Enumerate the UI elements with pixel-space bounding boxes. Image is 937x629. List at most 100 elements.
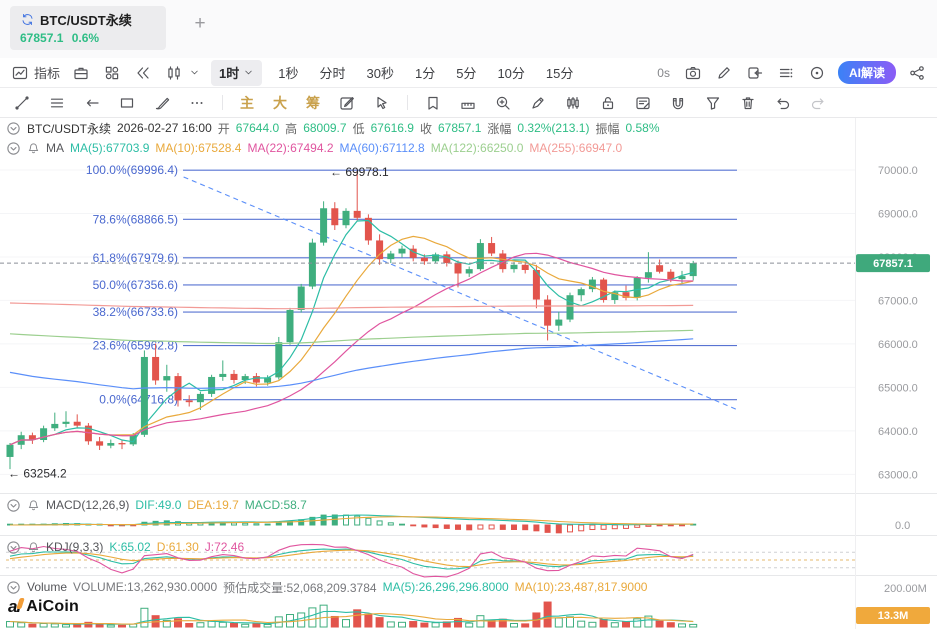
pencil-icon[interactable] [714,63,734,83]
k-value: K:65.02 [109,540,151,554]
collapse-icon[interactable] [6,580,21,595]
volume-bar [521,623,530,628]
export-icon[interactable] [745,63,765,83]
timeframe-30s[interactable]: 30秒 [362,63,399,82]
candle-body [331,208,339,226]
candle-body [6,444,14,457]
timeframe-10m[interactable]: 10分 [492,63,529,82]
candle-body [644,272,652,278]
lock-icon[interactable] [598,93,618,113]
add-tab-button[interactable]: + [188,12,212,36]
candle-body [488,243,496,254]
volume-bar [655,620,664,628]
magnet-icon[interactable] [668,93,688,113]
timeframe-selected-dropdown[interactable]: 1时 [211,59,263,86]
share-icon[interactable] [907,63,927,83]
indicator-button[interactable]: 指标 [10,63,60,83]
macd-bar [611,524,618,530]
candle-body [667,271,675,280]
collapse-icon[interactable] [6,141,21,156]
candle-body [544,299,552,326]
info-datetime: 2026-02-27 16:00 [117,121,212,135]
bell-icon[interactable] [27,142,40,155]
list-settings-icon[interactable] [776,63,796,83]
volume-bar [252,623,261,628]
rectangle-tool-icon[interactable] [117,93,137,113]
ai-interpret-button[interactable]: AI解读 [837,61,896,84]
dea-value: DEA:19.7 [187,498,239,512]
collapse-icon[interactable] [6,498,21,513]
ruler-icon[interactable] [458,93,478,113]
timeframe-timeshare[interactable]: 分时 [314,63,350,82]
candle-style-dropdown[interactable] [164,63,200,83]
aicoin-logo-wordmark: AiCoin [26,598,79,615]
zoom-in-icon[interactable] [493,93,513,113]
large-chart-toggle[interactable]: 大 [271,93,289,113]
ray-arrow-icon[interactable] [82,93,102,113]
macd-bar [343,514,349,526]
volume-bar [308,607,317,628]
macd-bar [275,522,282,526]
bell-icon[interactable] [27,499,40,512]
pointer-icon[interactable] [372,93,392,113]
compose-icon[interactable] [337,93,357,113]
dif-value: DIF:49.0 [135,498,182,512]
filter-funnel-icon[interactable] [703,93,723,113]
collapse-icon[interactable] [6,121,21,136]
more-tools-icon[interactable] [187,93,207,113]
parallel-lines-icon[interactable] [47,93,67,113]
macd-bar [264,523,271,526]
rewind-icon[interactable] [133,63,153,83]
aim-icon[interactable] [807,63,827,83]
trash-icon[interactable] [738,93,758,113]
marker-pen-icon[interactable] [528,93,548,113]
volume-bar [185,622,194,628]
redo-icon[interactable] [808,93,828,113]
timeframe-1s[interactable]: 1秒 [273,63,303,82]
layout-grid-icon[interactable] [102,63,122,83]
candle-body [196,393,204,403]
volume-bar [106,624,115,628]
chips-toggle[interactable]: 筹 [304,93,322,113]
price-tick: 70000.0 [878,165,918,177]
volume-title: Volume [27,580,68,594]
collapse-icon[interactable] [6,540,21,555]
ma60-value: MA(60):67112.8 [339,141,425,155]
camera-icon[interactable] [683,63,703,83]
main-chart-toggle[interactable]: 主 [238,93,256,113]
candle-body [208,376,216,394]
macd-bar [298,519,305,526]
volume-info-row: Volume VOLUME:13,262,930.0000 预估成交量:52,0… [6,577,647,597]
brush-icon[interactable] [152,93,172,113]
macd-bar [589,524,596,531]
ma122-value: MA(122):66250.0 [430,141,524,155]
volume-bar [622,621,630,628]
candle-group-icon[interactable] [563,93,583,113]
volume-bar [678,623,686,628]
macd-bar [432,524,439,529]
candle-body [387,253,395,260]
undo-icon[interactable] [773,93,793,113]
volume-bar [375,617,384,628]
timeframe-1m[interactable]: 1分 [410,63,440,82]
bell-icon[interactable] [27,541,40,554]
volume-bar [364,613,373,628]
note-edit-icon[interactable] [633,93,653,113]
trendline [183,176,739,411]
volume-bar [566,616,574,628]
vol-ma10-value: MA(10):23,487,817.9000 [514,580,648,594]
ma-title: MA [46,141,64,155]
high-value: 68009.7 [303,121,347,135]
change-value: 0.32%(213.1) [517,121,590,135]
timeframe-15m[interactable]: 15分 [541,63,578,82]
tab-btcusdt-perp[interactable]: BTC/USDT永续 67857.1 0.6% [10,6,166,50]
trend-line-icon[interactable] [12,93,32,113]
volume-bar [73,623,82,628]
bookmark-icon[interactable] [423,93,443,113]
timeframe-5m[interactable]: 5分 [451,63,481,82]
briefcase-icon[interactable] [71,63,91,83]
trading-app: BTC/USDT永续 67857.1 0.6% + 指标 1时 1秒 分时 30… [0,0,937,629]
candle-body [286,310,294,343]
ma-info-row: MA MA(5):67703.9 MA(10):67528.4 MA(22):6… [6,138,622,158]
candle-body [140,356,148,435]
